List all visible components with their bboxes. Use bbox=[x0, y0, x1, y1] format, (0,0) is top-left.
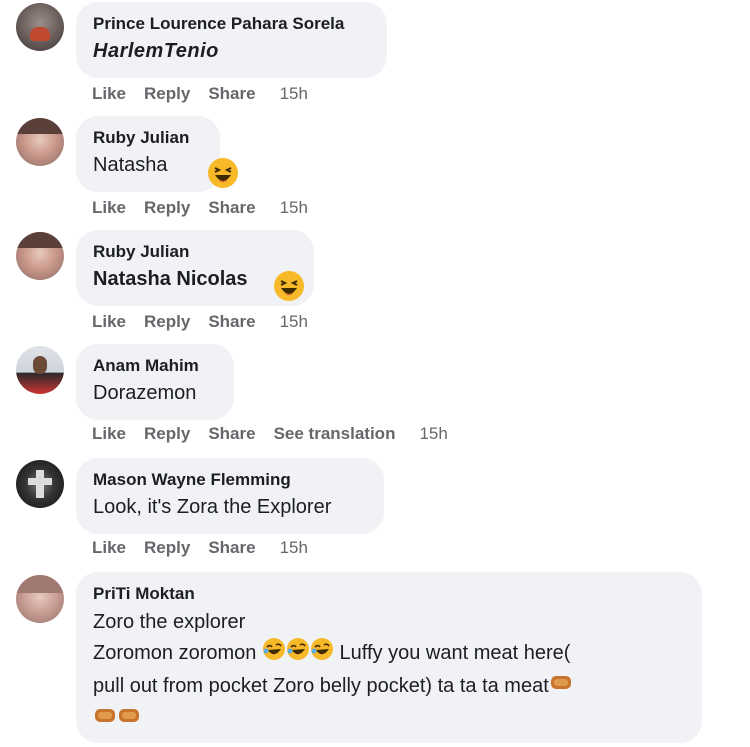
comment-bubble: PriTi Moktan Zoro the explorer Zoromon z… bbox=[76, 572, 702, 743]
comment-timestamp[interactable]: 15h bbox=[280, 311, 308, 333]
comment-text: Natasha bbox=[93, 151, 203, 180]
share-button[interactable]: Share bbox=[208, 197, 255, 219]
avatar[interactable] bbox=[16, 118, 64, 166]
comment-timestamp[interactable]: 15h bbox=[280, 197, 308, 219]
laughing-face-icon bbox=[273, 270, 305, 307]
share-button[interactable]: Share bbox=[208, 83, 255, 105]
like-button[interactable]: Like bbox=[92, 197, 126, 219]
comment-text-content: Luffy you want meat here( bbox=[339, 641, 571, 664]
avatar[interactable] bbox=[16, 232, 64, 280]
reply-button[interactable]: Reply bbox=[144, 311, 190, 333]
comment-text-line bbox=[93, 703, 685, 736]
see-translation-button[interactable]: See translation bbox=[274, 423, 396, 445]
meat-icon bbox=[549, 670, 573, 703]
comment-text-content: Zoromon zoromon bbox=[93, 641, 257, 664]
comment-text: Zoro the explorer bbox=[93, 611, 246, 633]
meat-icon bbox=[117, 703, 141, 736]
comment-text: HarlemTenio bbox=[93, 40, 219, 62]
meat-icon bbox=[93, 703, 117, 736]
avatar[interactable] bbox=[16, 3, 64, 51]
reply-button[interactable]: Reply bbox=[144, 197, 190, 219]
comment-actions: Like Reply Share 15h bbox=[92, 311, 326, 333]
comment-actions: Like Reply Share 15h bbox=[92, 83, 326, 105]
avatar[interactable] bbox=[16, 460, 64, 508]
like-button[interactable]: Like bbox=[92, 423, 126, 445]
comment-timestamp[interactable]: 15h bbox=[280, 537, 308, 559]
comment-author[interactable]: Ruby Julian bbox=[93, 241, 297, 263]
like-button[interactable]: Like bbox=[92, 311, 126, 333]
rolling-laughing-face-icon bbox=[310, 637, 334, 670]
comment-bubble: Anam Mahim Dorazemon bbox=[76, 344, 234, 420]
comment-actions: Like Reply Share 15h bbox=[92, 537, 326, 559]
share-button[interactable]: Share bbox=[208, 311, 255, 333]
comment-author[interactable]: PriTi Moktan bbox=[93, 583, 685, 605]
comment-text-content: Natasha bbox=[93, 154, 168, 176]
comment-author[interactable]: Mason Wayne Flemming bbox=[93, 469, 367, 491]
share-button[interactable]: Share bbox=[208, 537, 255, 559]
laughing-face-icon bbox=[207, 157, 239, 194]
comment-author[interactable]: Ruby Julian bbox=[93, 127, 203, 149]
share-button[interactable]: Share bbox=[208, 423, 255, 445]
comment-bubble: Prince Lourence Pahara Sorela HarlemTeni… bbox=[76, 2, 387, 78]
rolling-laughing-face-icon bbox=[262, 637, 286, 670]
comment-bubble: Ruby Julian Natasha bbox=[76, 116, 220, 192]
comment-text-line: pull out from pocket Zoro belly pocket) … bbox=[93, 670, 685, 703]
comment-actions: Like Reply Share 15h bbox=[92, 197, 326, 219]
reply-button[interactable]: Reply bbox=[144, 83, 190, 105]
reply-button[interactable]: Reply bbox=[144, 537, 190, 559]
comment-text: Dorazemon bbox=[93, 382, 197, 404]
comment-actions: Like Reply Share See translation 15h bbox=[92, 423, 466, 445]
comment-timestamp[interactable]: 15h bbox=[280, 83, 308, 105]
avatar[interactable] bbox=[16, 575, 64, 623]
rolling-laughing-face-icon bbox=[286, 637, 310, 670]
comment-text-content: Natasha Nicolas bbox=[93, 268, 248, 290]
comment-timestamp[interactable]: 15h bbox=[419, 423, 447, 445]
comment-text: Natasha Nicolas bbox=[93, 265, 297, 294]
comment-author[interactable]: Prince Lourence Pahara Sorela bbox=[93, 13, 370, 35]
like-button[interactable]: Like bbox=[92, 83, 126, 105]
comment-text-content: pull out from pocket Zoro belly pocket) … bbox=[93, 674, 549, 697]
reply-button[interactable]: Reply bbox=[144, 423, 190, 445]
comment-text: Look, it's Zora the Explorer bbox=[93, 496, 332, 518]
comment-text-line: Zoromon zoromon Luffy you want meat here… bbox=[93, 637, 685, 670]
comment-author[interactable]: Anam Mahim bbox=[93, 355, 217, 377]
like-button[interactable]: Like bbox=[92, 537, 126, 559]
avatar[interactable] bbox=[16, 346, 64, 394]
comment-bubble: Mason Wayne Flemming Look, it's Zora the… bbox=[76, 458, 384, 534]
